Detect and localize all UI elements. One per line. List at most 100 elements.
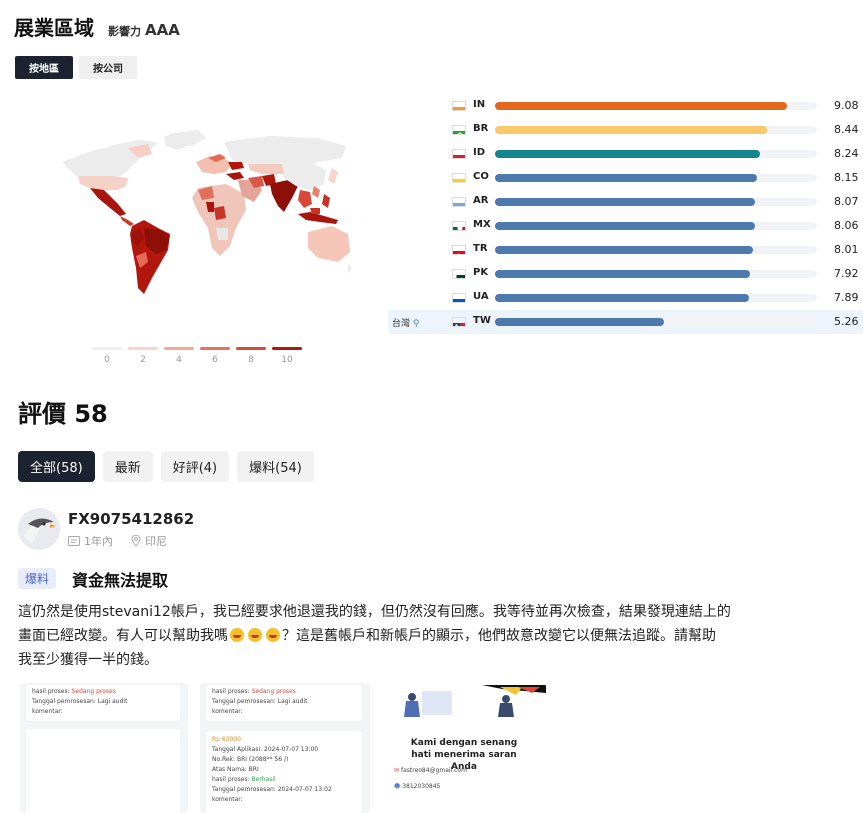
crying-emoji-icon xyxy=(230,628,244,642)
mail-icon: ✉ xyxy=(394,767,400,774)
score-bar xyxy=(495,222,755,230)
country-code: UA xyxy=(473,291,489,302)
review-title: 資金無法提取 xyxy=(72,571,169,590)
legend-swatch xyxy=(164,347,194,350)
score-bar xyxy=(495,246,753,254)
country-code: BR xyxy=(473,123,489,134)
attachment-image[interactable]: Kami dengan senang hati menerima saran A… xyxy=(382,683,546,813)
score-bar xyxy=(495,102,788,110)
flag-taiwan-icon xyxy=(452,317,466,327)
tab-latest[interactable]: 最新 xyxy=(102,451,153,482)
score-value: 8.24 xyxy=(834,147,859,160)
score-bar xyxy=(495,294,750,302)
region-tabs: 按地區 按公司 xyxy=(15,56,137,79)
map-legend: 0 2 4 6 8 10 xyxy=(92,347,302,365)
status-card: hasil proses: Sedang proses Tanggal pemr… xyxy=(26,685,180,721)
avatar[interactable] xyxy=(18,508,60,550)
score-track xyxy=(495,222,817,230)
country-code: ID xyxy=(473,147,486,158)
ranking-row[interactable]: AR 8.07 xyxy=(388,190,863,214)
score-value: 7.92 xyxy=(834,267,859,280)
ranking-row[interactable]: ID 8.24 xyxy=(388,142,863,166)
review-type-badge: 爆料 xyxy=(18,568,57,589)
legend-label: 2 xyxy=(140,355,146,365)
blank-card xyxy=(26,729,180,813)
score-bar xyxy=(495,270,751,278)
reviews-title: 評價 58 xyxy=(18,400,108,428)
flag-colombia-icon xyxy=(452,173,466,183)
country-code: AR xyxy=(473,195,489,206)
ranking-row[interactable]: IN 9.08 xyxy=(388,94,863,118)
id-card-icon xyxy=(68,536,80,546)
flag-brazil-icon xyxy=(452,125,466,135)
score-track xyxy=(495,198,817,206)
flag-indonesia-icon xyxy=(452,149,466,159)
score-track xyxy=(495,126,817,134)
score-track xyxy=(495,174,817,182)
score-value: 8.06 xyxy=(834,219,859,232)
country-code: TW xyxy=(473,315,491,326)
legend-label: 4 xyxy=(176,355,182,365)
feedback-card: Kami dengan senang hati menerima saran A… xyxy=(382,683,546,813)
score-value: 8.44 xyxy=(834,123,859,136)
score-bar xyxy=(495,126,767,134)
flag-ukraine-icon xyxy=(452,293,466,303)
score-bar xyxy=(495,174,758,182)
tab-by-region[interactable]: 按地區 xyxy=(15,56,73,79)
score-value: 5.26 xyxy=(834,315,859,328)
review-username[interactable]: FX9075412862 xyxy=(68,510,194,528)
score-track xyxy=(495,246,817,254)
location-pin-icon: ⚲ xyxy=(412,319,420,329)
legend-label: 6 xyxy=(212,355,218,365)
current-location: 台灣 ⚲ xyxy=(392,319,420,329)
account-age: 1年內 xyxy=(84,535,113,548)
ranking-row[interactable]: TR 8.01 xyxy=(388,238,863,262)
contact-email: ✉ fastreo84@gmail.com xyxy=(394,767,467,774)
tab-positive[interactable]: 好評(4) xyxy=(160,451,230,482)
legend-label: 8 xyxy=(248,355,254,365)
legend-swatch xyxy=(128,347,158,350)
ranking-row[interactable]: MX 8.06 xyxy=(388,214,863,238)
review-filter-tabs: 全部(58) 最新 好評(4) 爆料(54) xyxy=(18,451,314,482)
score-track xyxy=(495,150,817,158)
review-body-line: 我至少獲得一半的錢。 xyxy=(18,652,158,668)
flag-mexico-icon xyxy=(452,221,466,231)
country-code: TR xyxy=(473,243,488,254)
score-value: 8.15 xyxy=(834,171,859,184)
world-map[interactable] xyxy=(48,128,354,300)
score-value: 8.01 xyxy=(834,243,859,256)
country-code: CO xyxy=(473,171,489,182)
legend-swatch xyxy=(200,347,230,350)
review-body: 這仍然是使用stevani12帳戶，我已經要求他退還我的錢，但仍然沒有回應。我等… xyxy=(18,600,863,672)
ranking-row[interactable]: UA 7.89 xyxy=(388,286,863,310)
score-value: 7.89 xyxy=(834,291,859,304)
country-code: PK xyxy=(473,267,489,278)
score-bar xyxy=(495,318,665,326)
flag-argentina-icon xyxy=(452,197,466,207)
legend-label: 0 xyxy=(104,355,110,365)
review-meta: 1年內 印尼 xyxy=(68,533,167,549)
ranking-row[interactable]: PK 7.92 xyxy=(388,262,863,286)
country-code: MX xyxy=(473,219,491,230)
ranking-row[interactable]: CO 8.15 xyxy=(388,166,863,190)
flag-india-icon xyxy=(452,101,466,111)
section-title: 展業區域 xyxy=(14,16,94,40)
ranking-row[interactable]: BR 8.44 xyxy=(388,118,863,142)
review-body-line: 這仍然是使用stevani12帳戶，我已經要求他退還我的錢，但仍然沒有回應。我等… xyxy=(18,604,731,620)
flag-turkey-icon xyxy=(452,245,466,255)
crying-emoji-icon xyxy=(266,628,280,642)
ranking-row-highlighted[interactable]: 台灣 ⚲ TW 5.26 xyxy=(388,310,863,334)
attachment-image[interactable]: hasil proses: Sedang proses Tanggal pemr… xyxy=(200,683,370,813)
crying-emoji-icon xyxy=(248,628,262,642)
influence-rating: 影響力 AAA xyxy=(108,21,180,39)
flag-pakistan-icon xyxy=(452,269,466,279)
legend-swatch xyxy=(236,347,266,350)
review-body-line: 畫面已經改變。有人可以幫助我嗎 ？這是舊帳戶和新帳戶的顯示，他們故意改變它以便無法… xyxy=(18,628,716,644)
tab-exposure[interactable]: 爆料(54) xyxy=(237,451,314,482)
score-track xyxy=(495,294,817,302)
score-value: 8.07 xyxy=(834,195,859,208)
score-bar xyxy=(495,150,761,158)
tab-all[interactable]: 全部(58) xyxy=(18,451,95,482)
attachment-image[interactable]: hasil proses: Sedang proses Tanggal pemr… xyxy=(20,683,188,813)
tab-by-company[interactable]: 按公司 xyxy=(79,56,137,79)
